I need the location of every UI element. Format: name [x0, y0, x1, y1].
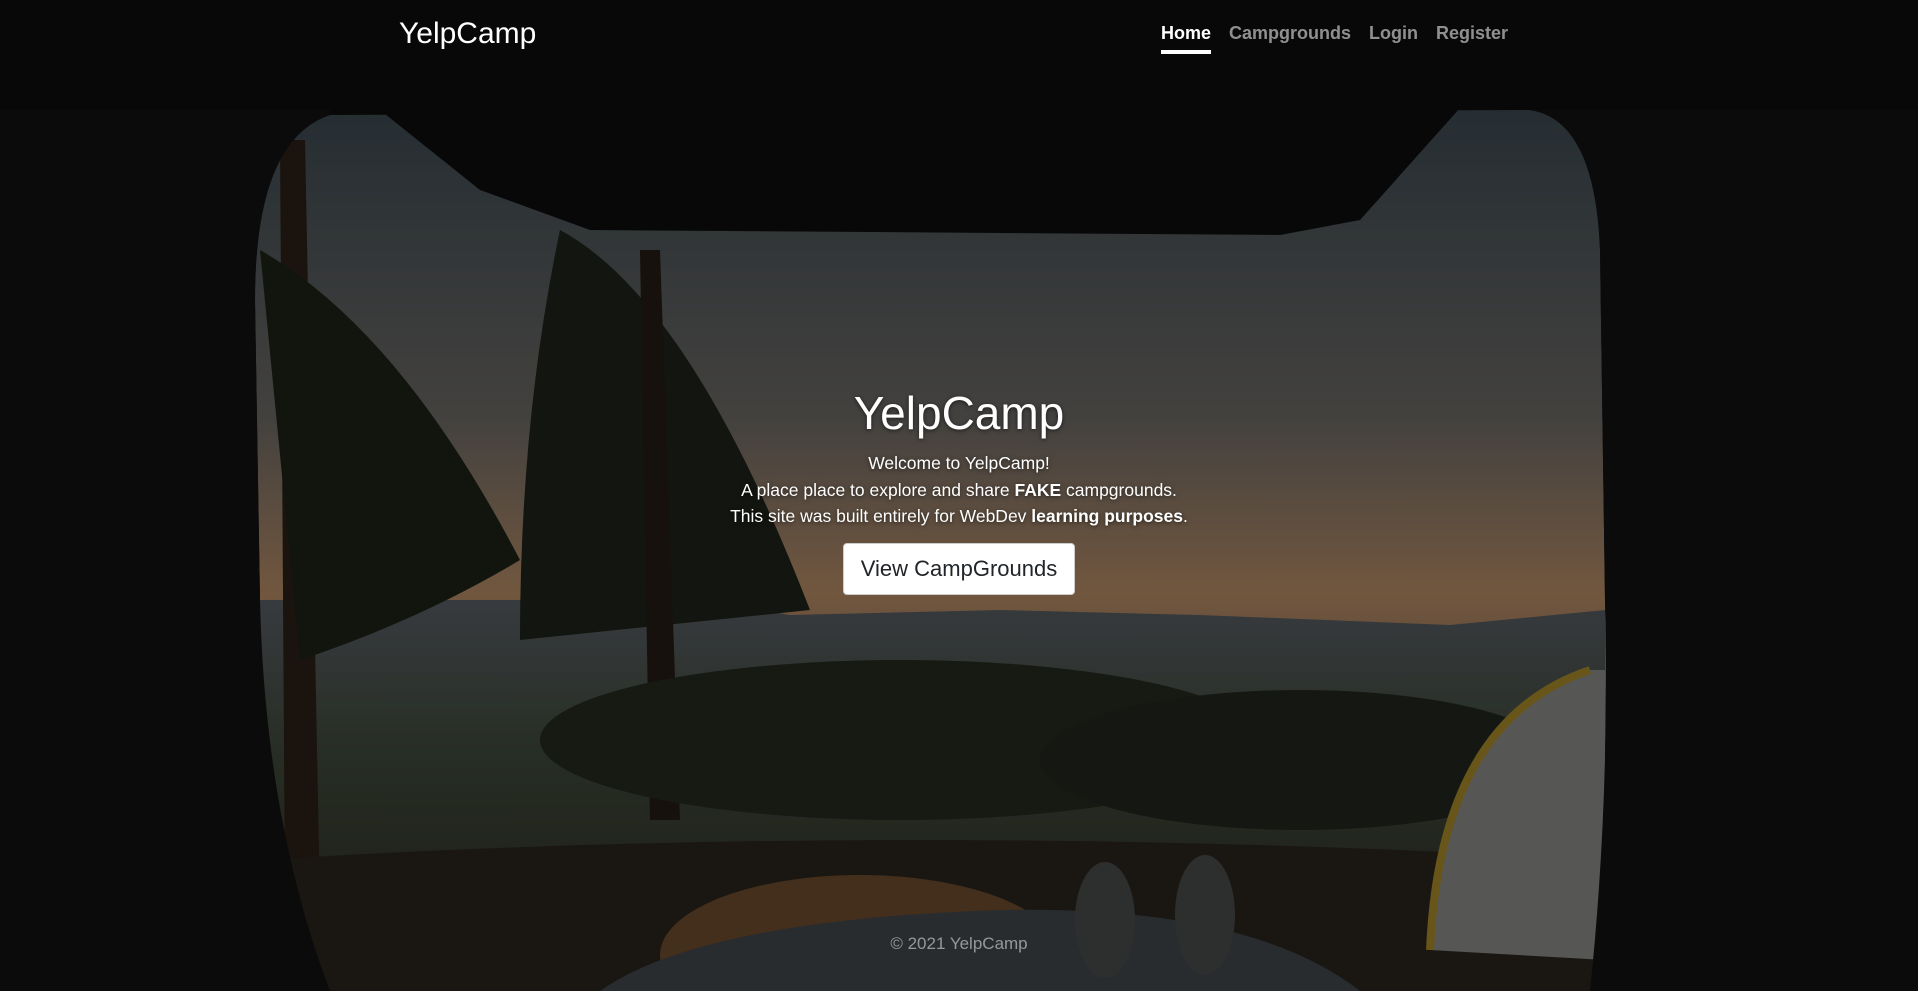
nav-register[interactable]: Register [1427, 20, 1517, 46]
purpose-line: This site was built entirely for WebDev … [0, 503, 1918, 530]
view-campgrounds-button[interactable]: View CampGrounds [842, 542, 1076, 595]
nav-campgrounds[interactable]: Campgrounds [1220, 20, 1360, 46]
hero-lead: Welcome to YelpCamp! A place place to ex… [0, 450, 1918, 530]
hero-title: YelpCamp [853, 387, 1065, 439]
learning-emphasis: learning purposes [1031, 506, 1183, 526]
navbar: YelpCamp Home Campgrounds Login Register [0, 0, 1918, 64]
nav-links: Home Campgrounds Login Register [1152, 20, 1517, 54]
purpose-text-end: . [1183, 506, 1188, 526]
fake-emphasis: FAKE [1014, 479, 1062, 500]
purpose-text: This site was built entirely for WebDev [730, 506, 1032, 526]
nav-login[interactable]: Login [1360, 20, 1427, 46]
description-text-end: campgrounds. [1061, 479, 1177, 500]
hero: YelpCamp Welcome to YelpCamp! A place pl… [0, 386, 1918, 595]
landing-page: YelpCamp Home Campgrounds Login Register… [0, 0, 1918, 991]
description-line: A place place to explore and share FAKE … [0, 477, 1918, 504]
footer-copyright: © 2021 YelpCamp [890, 934, 1028, 953]
welcome-line: Welcome to YelpCamp! [868, 453, 1050, 473]
description-text: A place place to explore and share [741, 479, 1015, 500]
nav-home[interactable]: Home [1152, 20, 1220, 54]
brand-logo[interactable]: YelpCamp [399, 16, 536, 52]
